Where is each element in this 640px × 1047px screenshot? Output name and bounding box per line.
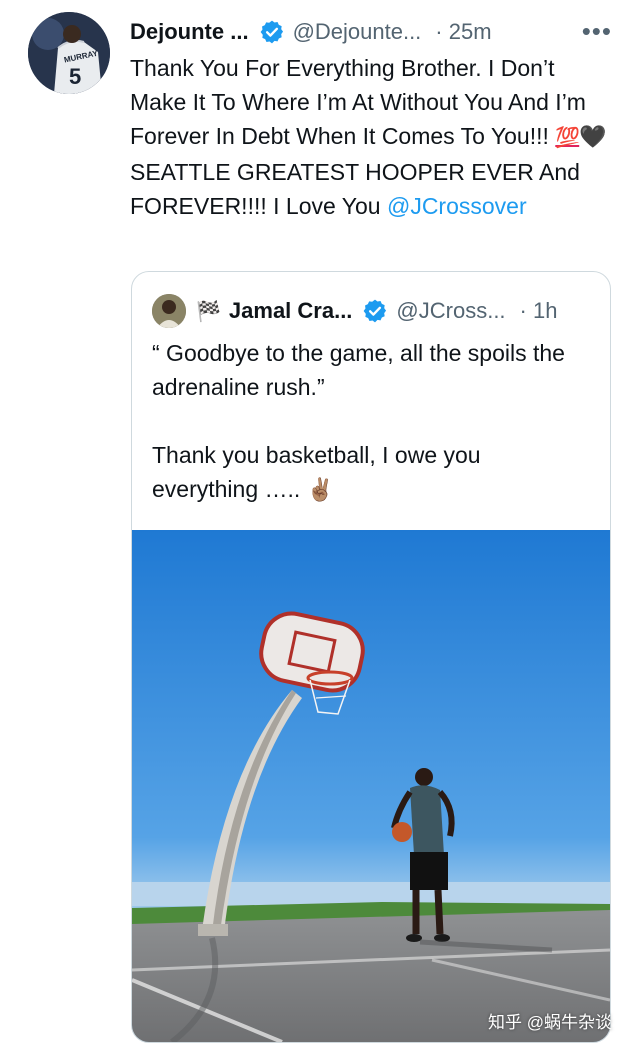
quoted-author-name[interactable]: Jamal Cra...	[229, 298, 353, 324]
author-avatar[interactable]: MURRAY 5	[28, 12, 110, 94]
watermark: 知乎 @蜗牛杂谈	[488, 1013, 612, 1032]
quoted-tweet-text: “ Goodbye to the game, all the spoils th…	[152, 336, 592, 507]
more-icon[interactable]: •••	[582, 16, 612, 47]
verified-badge-icon	[362, 298, 388, 324]
mention-link[interactable]: @JCrossover	[387, 193, 527, 219]
quoted-text-body: “ Goodbye to the game, all the spoils th…	[152, 340, 565, 502]
tweet-text-main: Thank You For Everything Brother. I Don’…	[130, 55, 586, 149]
quoted-tweet-time[interactable]: · 1h	[520, 298, 558, 324]
tweet-header: Dejounte ... @Dejounte... · 25m	[130, 14, 492, 50]
checkered-flag-icon: 🏁	[196, 300, 221, 323]
svg-text:5: 5	[69, 64, 81, 89]
quoted-tweet[interactable]: 🏁 Jamal Cra... @JCross... · 1h “ Goodbye…	[131, 271, 611, 1043]
hundred-points-icon: 💯	[555, 127, 580, 149]
quoted-tweet-header: 🏁 Jamal Cra... @JCross... · 1h	[152, 294, 557, 328]
tweet-time[interactable]: · 25m	[435, 19, 491, 45]
author-name[interactable]: Dejounte ...	[130, 19, 249, 45]
author-handle[interactable]: @Dejounte...	[293, 19, 422, 45]
tweet[interactable]: MURRAY 5 Dejounte ... @Dejounte... · 25m…	[0, 0, 640, 1047]
quoted-author-avatar[interactable]	[152, 294, 186, 328]
quoted-tweet-image[interactable]	[132, 530, 610, 1042]
peace-sign-icon: ✌🏽	[306, 477, 335, 502]
verified-badge-icon	[259, 19, 285, 45]
black-heart-icon: 🖤	[579, 124, 607, 149]
tweet-text: Thank You For Everything Brother. I Don’…	[130, 51, 610, 223]
quoted-author-handle[interactable]: @JCross...	[396, 298, 505, 324]
